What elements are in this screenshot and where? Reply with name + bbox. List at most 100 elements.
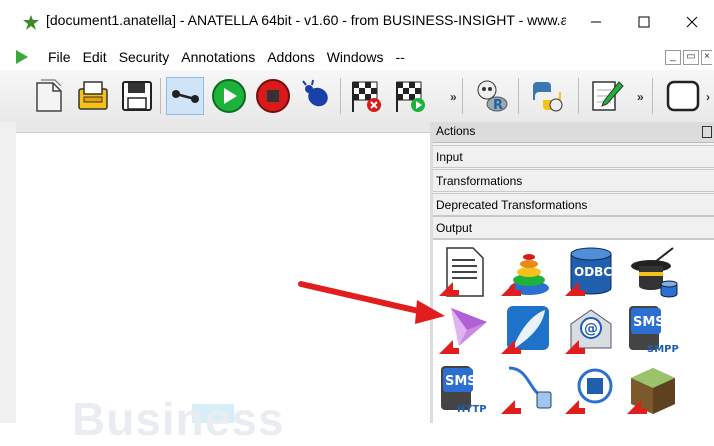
email-at-label: @ <box>584 321 598 337</box>
annotation-arrow <box>298 281 445 324</box>
iot-chip-icon <box>565 368 613 414</box>
anatella-app-icon <box>23 15 39 30</box>
sms-smpp-output-icon[interactable]: SMS SMPP <box>625 302 681 358</box>
run-button[interactable] <box>210 77 248 115</box>
play-icon <box>212 79 246 113</box>
open-folder-icon <box>78 81 108 110</box>
iot-output-icon[interactable] <box>563 362 619 418</box>
toolbar-separator <box>160 78 161 114</box>
save-disk-icon <box>122 81 152 111</box>
network-cable-output-icon[interactable] <box>499 362 555 418</box>
toolbar: » R » › <box>0 70 714 123</box>
toolbar-separator <box>462 78 463 114</box>
menu-file[interactable]: File <box>42 48 77 66</box>
run-flag-stop-button[interactable] <box>348 77 386 115</box>
new-document-button[interactable] <box>30 77 68 115</box>
section-deprecated-label: Deprecated Transformations <box>436 198 588 212</box>
debug-button[interactable] <box>298 77 336 115</box>
stop-button[interactable] <box>254 77 292 115</box>
mdi-restore-button[interactable]: ▭ <box>683 50 699 65</box>
minimize-button[interactable] <box>576 8 616 36</box>
link-tool-button[interactable] <box>166 77 204 115</box>
menu-windows[interactable]: Windows <box>321 48 390 66</box>
network-cable-icon <box>501 366 552 414</box>
section-transformations-label: Transformations <box>436 174 523 188</box>
section-output-label: Output <box>436 221 473 235</box>
menu-edit[interactable]: Edit <box>77 48 113 66</box>
r-skull-icon: R <box>477 80 508 113</box>
menu-more[interactable]: -- <box>390 48 411 66</box>
section-transformations[interactable]: Transformations <box>433 169 714 192</box>
cube-box-icon <box>627 368 675 414</box>
odbc-output-icon[interactable]: ODBC <box>563 244 619 300</box>
toolbar-separator <box>340 78 341 114</box>
shape-tool-button[interactable] <box>664 77 702 115</box>
actions-panel: Actions Input Transformations Deprecated… <box>433 122 714 424</box>
maximize-icon <box>638 16 650 28</box>
notepad-pencil-icon <box>592 81 624 111</box>
sms-label: SMS <box>633 315 665 330</box>
section-input[interactable]: Input <box>433 145 714 168</box>
menu-annotations[interactable]: Annotations <box>175 48 261 66</box>
checkered-flag-play-icon <box>396 81 425 112</box>
maximize-button[interactable] <box>624 8 664 36</box>
rounded-rectangle-icon <box>666 80 700 112</box>
menu-addons[interactable]: Addons <box>261 48 320 66</box>
r-script-button[interactable]: R <box>472 77 510 115</box>
toolbar-separator <box>518 78 519 114</box>
layered-output-icon[interactable] <box>499 244 555 300</box>
menu-bar: File Edit Security Annotations Addons Wi… <box>0 44 714 70</box>
sms-http-output-icon[interactable]: SMS HTTP <box>437 362 493 418</box>
section-output[interactable]: Output <box>433 216 714 239</box>
toolbar-overflow-chevron-2[interactable]: » <box>637 90 644 104</box>
document-canvas[interactable] <box>16 122 430 423</box>
notepad-button[interactable] <box>588 77 626 115</box>
play-arrow-icon <box>16 50 28 64</box>
title-bar: [document1.anatella] - ANATELLA 64bit - … <box>0 0 714 44</box>
stacked-rings-icon <box>501 254 549 296</box>
http-label: HTTP <box>457 404 487 415</box>
smpp-label: SMPP <box>647 344 679 355</box>
save-button[interactable] <box>118 77 156 115</box>
section-input-label: Input <box>436 150 463 164</box>
email-envelope-icon: @ <box>565 309 612 354</box>
mdi-minimize-button[interactable]: _ <box>665 50 681 65</box>
open-button[interactable] <box>74 77 112 115</box>
sms-http-label: SMS <box>445 374 477 389</box>
stop-icon <box>256 79 290 113</box>
minimize-icon <box>591 21 601 23</box>
sms-smpp-icon: SMS SMPP <box>629 306 679 355</box>
menu-security[interactable]: Security <box>113 48 176 66</box>
watermark-text: Business <box>72 393 285 445</box>
close-icon <box>686 16 698 28</box>
mdi-close-button[interactable]: × <box>701 50 712 65</box>
close-button[interactable] <box>672 8 712 36</box>
output-icon-grid: ODBC @ SMS SMPP SMS HTTP <box>433 239 714 424</box>
pin-icon[interactable] <box>702 126 712 138</box>
python-skull-icon <box>533 82 563 112</box>
odbc-database-icon: ODBC <box>565 247 612 296</box>
odbc-label: ODBC <box>574 265 612 279</box>
left-gutter <box>0 122 17 423</box>
link-connector-icon <box>172 90 199 103</box>
checkered-flag-stop-icon <box>352 81 381 112</box>
window-title: [document1.anatella] - ANATELLA 64bit - … <box>46 12 566 28</box>
actions-header-label: Actions <box>436 124 476 138</box>
email-output-icon[interactable]: @ <box>563 302 619 358</box>
python-script-button[interactable] <box>528 77 566 115</box>
magic-hat-output-icon[interactable] <box>625 244 681 300</box>
toolbar-overflow-chevron-3[interactable]: › <box>706 90 710 104</box>
canvas-header-bar <box>16 122 430 133</box>
sms-http-icon: SMS HTTP <box>441 366 487 415</box>
toolbar-overflow-chevron[interactable]: » <box>450 90 457 104</box>
section-deprecated-transformations[interactable]: Deprecated Transformations <box>433 193 714 216</box>
actions-header: Actions <box>433 122 714 143</box>
feather-output-icon[interactable] <box>499 302 555 358</box>
magic-hat-icon <box>631 247 678 298</box>
box-output-icon[interactable] <box>625 362 681 418</box>
run-flag-play-button[interactable] <box>392 77 430 115</box>
toolbar-separator <box>652 78 653 114</box>
svg-text:R: R <box>493 98 503 113</box>
toolbar-separator <box>578 78 579 114</box>
new-document-icon <box>36 79 62 112</box>
